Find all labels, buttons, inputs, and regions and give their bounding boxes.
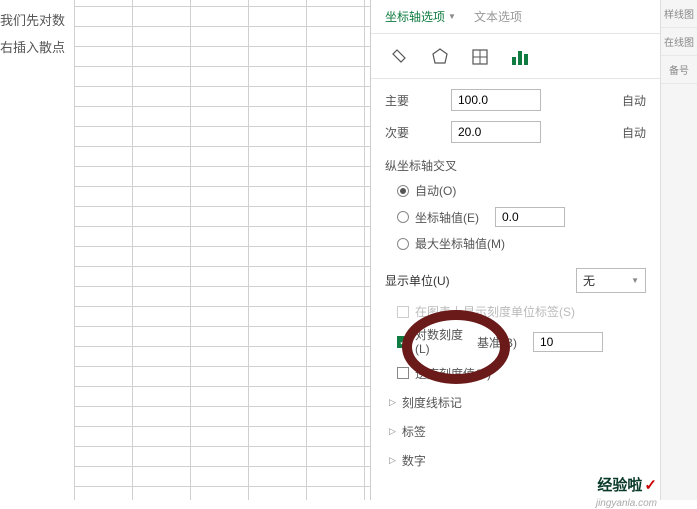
number-section-label: 数字 — [402, 452, 426, 469]
axis-cross-auto-label: 自动(O) — [415, 182, 456, 199]
format-axis-pane: 坐标轴选项 ▼ 文本选项 主要 自动 次要 自动 纵坐标轴交 — [370, 0, 660, 500]
log-scale-checkbox[interactable]: ✓ 对数刻度(L) 基准(B) — [397, 328, 646, 357]
right-strip-item-3[interactable]: 备号 — [661, 56, 697, 84]
chevron-right-icon: ▷ — [389, 426, 396, 437]
check-icon: ✓ — [644, 476, 657, 494]
axis-cross-auto-radio[interactable]: 自动(O) — [397, 182, 646, 199]
labels-section-toggle[interactable]: ▷ 标签 — [389, 423, 646, 440]
right-strip-item-1[interactable]: 样线图 — [661, 0, 697, 28]
major-unit-label: 主要 — [385, 92, 441, 109]
left-text-1: 我们先对数 — [0, 10, 65, 29]
log-base-label: 基准(B) — [477, 334, 517, 351]
size-icon[interactable] — [469, 46, 491, 68]
axis-cross-value-label: 坐标轴值(E) — [415, 209, 479, 226]
minor-unit-label: 次要 — [385, 124, 441, 141]
effects-icon[interactable] — [429, 46, 451, 68]
minor-auto-label: 自动 — [622, 124, 646, 141]
minor-unit-input[interactable] — [451, 121, 541, 143]
axis-options-tab[interactable]: 坐标轴选项 ▼ — [385, 8, 456, 25]
watermark-text: 经验啦 — [597, 474, 642, 495]
major-unit-input[interactable] — [451, 89, 541, 111]
log-scale-label: 对数刻度(L) — [415, 328, 465, 357]
right-strip-item-2[interactable]: 在线图 — [661, 28, 697, 56]
text-options-tab[interactable]: 文本选项 — [474, 8, 522, 25]
number-section-toggle[interactable]: ▷ 数字 — [389, 452, 646, 469]
text-options-label: 文本选项 — [474, 8, 522, 25]
axis-cross-value-input[interactable] — [495, 207, 565, 227]
right-side-strip: 样线图 在线图 备号 — [660, 0, 697, 500]
axis-cross-value-radio[interactable]: 坐标轴值(E) — [397, 207, 646, 227]
checkbox-icon — [397, 306, 409, 318]
labels-section-label: 标签 — [402, 423, 426, 440]
major-auto-label: 自动 — [622, 92, 646, 109]
radio-icon — [397, 185, 409, 197]
fill-icon[interactable] — [389, 46, 411, 68]
chevron-right-icon: ▷ — [389, 455, 396, 466]
axis-cross-max-radio[interactable]: 最大坐标轴值(M) — [397, 235, 646, 252]
axis-options-label: 坐标轴选项 — [385, 8, 445, 25]
display-units-select[interactable]: 无 ▼ — [576, 268, 646, 293]
log-base-input[interactable] — [533, 332, 603, 352]
axis-cross-title: 纵坐标轴交叉 — [385, 157, 646, 174]
radio-icon — [397, 211, 409, 223]
axis-cross-max-label: 最大坐标轴值(M) — [415, 235, 505, 252]
display-units-value: 无 — [583, 272, 595, 289]
spreadsheet-grid[interactable] — [74, 0, 374, 500]
show-units-label-text: 在图表上显示刻度单位标签(S) — [415, 303, 575, 320]
checkbox-icon — [397, 367, 409, 379]
checkbox-icon: ✓ — [397, 336, 409, 348]
left-text-2: 右插入散点 — [0, 37, 65, 56]
watermark-logo: 经验啦 ✓ — [597, 474, 657, 495]
tick-marks-section-toggle[interactable]: ▷ 刻度线标记 — [389, 394, 646, 411]
reverse-order-checkbox[interactable]: 逆序刻度值(V) — [397, 365, 646, 382]
tick-marks-label: 刻度线标记 — [402, 394, 462, 411]
watermark-url: jingyanla.com — [596, 498, 657, 509]
radio-icon — [397, 238, 409, 250]
show-units-label-checkbox: 在图表上显示刻度单位标签(S) — [397, 303, 646, 320]
reverse-order-label: 逆序刻度值(V) — [415, 365, 491, 382]
display-units-label: 显示单位(U) — [385, 272, 450, 289]
chevron-down-icon: ▼ — [448, 12, 456, 21]
axis-options-icon[interactable] — [509, 46, 531, 68]
chevron-down-icon: ▼ — [631, 276, 639, 285]
chevron-right-icon: ▷ — [389, 397, 396, 408]
